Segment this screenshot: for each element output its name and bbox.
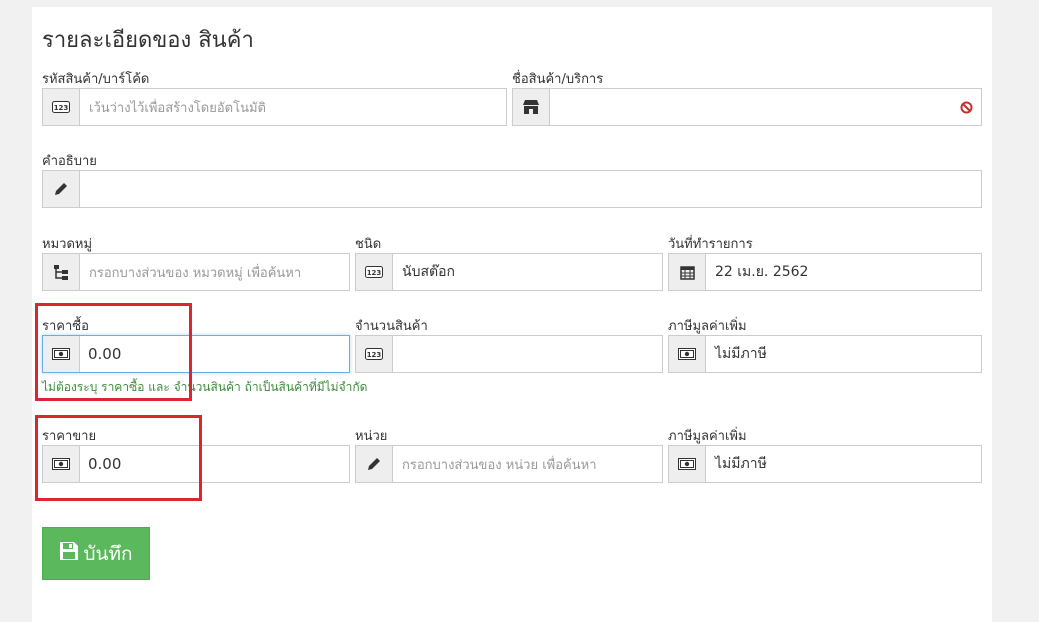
field-vat-sale: ภาษีมูลค่าเพิ่ม ไม่มีภาษี [668, 425, 982, 483]
code-input[interactable]: 123 เว้นว่างไว้เพื่อสร้างโดยอัตโนมัติ [42, 88, 507, 126]
field-description: คำอธิบาย [42, 150, 982, 208]
number-123-icon: 123 [356, 336, 393, 372]
category-input[interactable]: กรอกบางส่วนของ หมวดหมู่ เพื่อค้นหา [42, 253, 350, 291]
purchase-price-input[interactable]: 0.00 [42, 335, 350, 373]
field-unit: หน่วย กรอกบางส่วนของ หน่วย เพื่อค้นหา [355, 425, 663, 483]
name-label: ชื่อสินค้า/บริการ [512, 72, 604, 87]
vat-purchase-select[interactable]: ไม่มีภาษี [668, 335, 982, 373]
svg-text:123: 123 [367, 269, 382, 277]
money-icon [43, 446, 80, 482]
sitemap-icon [43, 254, 80, 290]
pencil-icon [356, 446, 393, 482]
date-input[interactable]: 22 เม.ย. 2562 [668, 253, 982, 291]
date-value: 22 เม.ย. 2562 [715, 264, 809, 280]
quantity-value [393, 336, 662, 372]
date-label: วันที่ทำรายการ [668, 237, 753, 252]
unit-input[interactable]: กรอกบางส่วนของ หน่วย เพื่อค้นหา [355, 445, 663, 483]
vat-sale-value: ไม่มีภาษี [715, 456, 767, 472]
number-123-icon: 123 [356, 254, 393, 290]
field-purchase-price: ราคาซื้อ 0.00 [42, 315, 350, 373]
number-123-icon: 123 [43, 89, 80, 125]
vat-sale-select[interactable]: ไม่มีภาษี [668, 445, 982, 483]
money-icon [669, 336, 706, 372]
purchase-price-value: 0.00 [88, 345, 122, 363]
save-button[interactable]: บันทึก [42, 527, 150, 580]
field-category: หมวดหมู่ กรอกบางส่วนของ หมวดหมู่ เพื่อค้… [42, 233, 350, 291]
sale-price-value: 0.00 [88, 455, 122, 473]
description-value [80, 171, 981, 207]
required-ban-icon [951, 89, 981, 125]
field-sale-price: ราคาขาย 0.00 [42, 425, 350, 483]
vat-purchase-value: ไม่มีภาษี [715, 346, 767, 362]
field-vat-purchase: ภาษีมูลค่าเพิ่ม ไม่มีภาษี [668, 315, 982, 373]
unit-label: หน่วย [355, 429, 388, 444]
vat-purchase-label: ภาษีมูลค่าเพิ่ม [668, 319, 747, 334]
description-input[interactable] [42, 170, 982, 208]
money-icon [43, 336, 80, 372]
field-date: วันที่ทำรายการ 22 เม.ย. 2562 [668, 233, 982, 291]
field-type: ชนิด 123 นับสต๊อก [355, 233, 663, 291]
store-icon [513, 89, 550, 125]
help-text: ไม่ต้องระบุ ราคาซื้อ และ จำนวนสินค้า ถ้า… [42, 380, 368, 394]
type-label: ชนิด [355, 237, 382, 252]
calendar-icon [669, 254, 706, 290]
floppy-disk-icon [59, 541, 79, 566]
quantity-input[interactable]: 123 [355, 335, 663, 373]
money-icon [669, 446, 706, 482]
save-button-label: บันทึก [83, 542, 133, 565]
field-quantity: จำนวนสินค้า 123 [355, 315, 663, 373]
quantity-label: จำนวนสินค้า [355, 319, 428, 334]
code-label: รหัสสินค้า/บาร์โค้ด [42, 72, 150, 87]
field-name: ชื่อสินค้า/บริการ [512, 68, 982, 126]
category-label: หมวดหมู่ [42, 237, 93, 252]
vat-sale-label: ภาษีมูลค่าเพิ่ม [668, 429, 747, 444]
svg-text:123: 123 [367, 351, 382, 359]
category-placeholder: กรอกบางส่วนของ หมวดหมู่ เพื่อค้นหา [89, 265, 302, 281]
type-input[interactable]: 123 นับสต๊อก [355, 253, 663, 291]
page-title: รายละเอียดของ สินค้า [42, 28, 254, 53]
sale-price-label: ราคาขาย [42, 429, 97, 444]
svg-text:123: 123 [54, 104, 69, 112]
description-label: คำอธิบาย [42, 154, 97, 169]
type-value: นับสต๊อก [402, 264, 455, 280]
code-placeholder: เว้นว่างไว้เพื่อสร้างโดยอัตโนมัติ [89, 100, 266, 116]
name-value [550, 89, 951, 125]
pencil-icon [43, 171, 80, 207]
unit-placeholder: กรอกบางส่วนของ หน่วย เพื่อค้นหา [402, 457, 597, 473]
purchase-price-label: ราคาซื้อ [42, 319, 89, 334]
name-input[interactable] [512, 88, 982, 126]
field-code: รหัสสินค้า/บาร์โค้ด 123 เว้นว่างไว้เพื่อ… [42, 68, 507, 126]
sale-price-input[interactable]: 0.00 [42, 445, 350, 483]
